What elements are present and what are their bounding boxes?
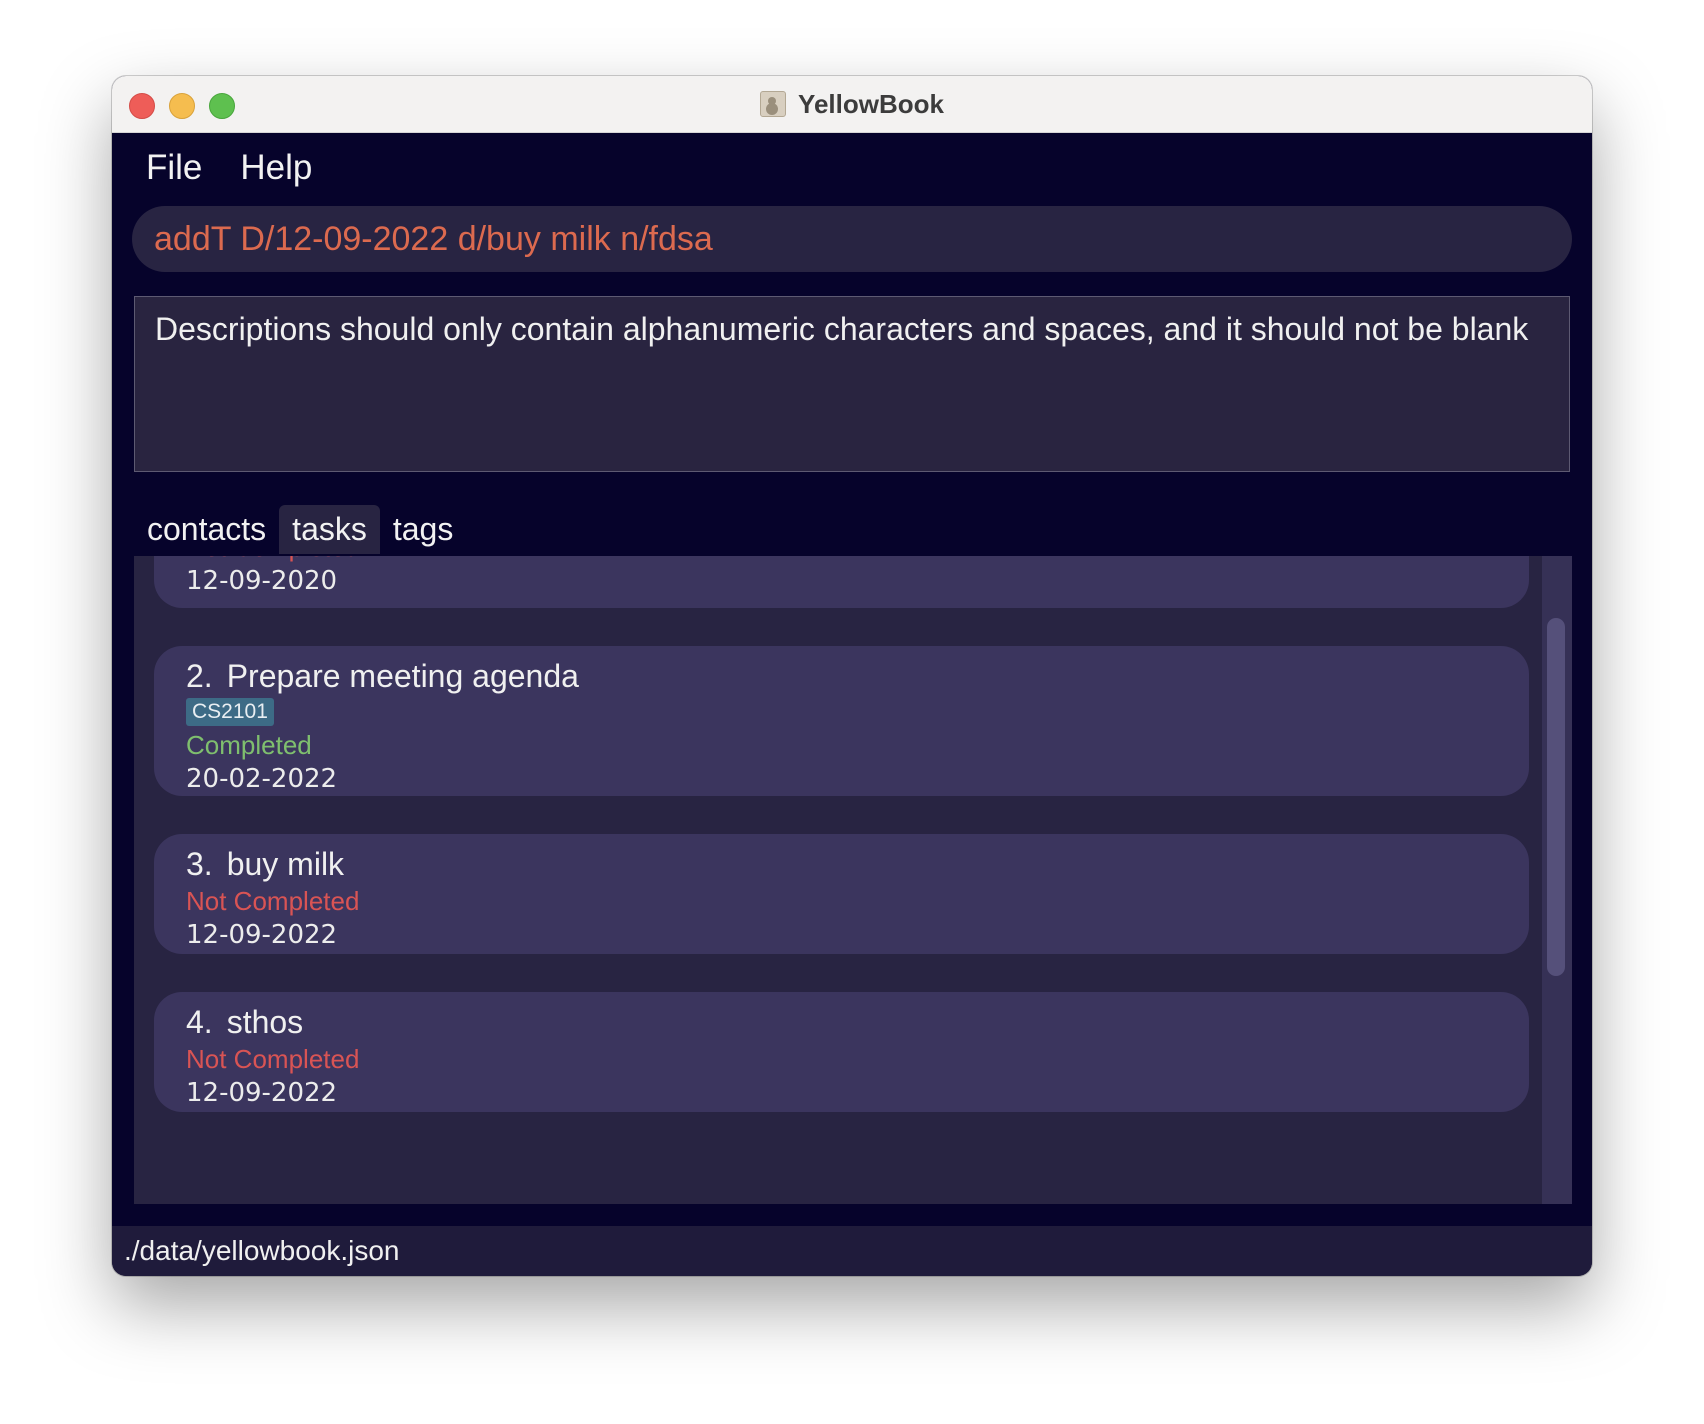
task-title: 3. buy milk bbox=[186, 846, 345, 882]
command-box bbox=[132, 206, 1572, 272]
command-input[interactable] bbox=[154, 219, 1534, 259]
task-list[interactable]: Not Completed 12-09-2020 2.Prepare meeti… bbox=[134, 556, 1572, 1204]
task-title: 4. sthos bbox=[186, 1004, 304, 1040]
data-file-path: ./data/yellowbook.json bbox=[124, 1235, 400, 1266]
task-date: 20-02-2022 bbox=[186, 764, 338, 794]
tab-tasks[interactable]: tasks bbox=[279, 505, 380, 554]
task-status: Not Completed bbox=[186, 1044, 360, 1074]
task-card[interactable]: 3. buy milk Not Completed 12-09-2022 bbox=[154, 834, 1529, 954]
result-message: Descriptions should only contain alphanu… bbox=[155, 311, 1529, 347]
menu-file[interactable]: File bbox=[146, 148, 202, 188]
window-title-group: YellowBook bbox=[112, 76, 1592, 132]
task-tags: CS2101 bbox=[186, 696, 1529, 728]
tag-badge: CS2101 bbox=[186, 698, 274, 726]
title-bar: YellowBook bbox=[112, 76, 1592, 133]
app-window: YellowBook File Help Descriptions should… bbox=[112, 76, 1592, 1276]
scrollbar-thumb[interactable] bbox=[1547, 618, 1565, 976]
address-book-icon bbox=[760, 91, 787, 117]
task-card[interactable]: Not Completed 12-09-2020 bbox=[154, 556, 1529, 608]
task-date: 12-09-2022 bbox=[186, 1078, 338, 1108]
task-title: 2. Prepare meeting agenda bbox=[186, 658, 579, 694]
task-status: Completed bbox=[186, 730, 312, 760]
result-display: Descriptions should only contain alphanu… bbox=[134, 296, 1570, 472]
task-status: Not Completed bbox=[186, 886, 360, 916]
window-title: YellowBook bbox=[798, 88, 944, 119]
menu-bar: File Help bbox=[112, 133, 1592, 203]
status-bar: ./data/yellowbook.json bbox=[112, 1226, 1592, 1276]
task-card[interactable]: 4. sthos Not Completed 12-09-2022 bbox=[154, 992, 1529, 1112]
list-scrollbar[interactable] bbox=[1542, 556, 1572, 1204]
tab-bar: contacts tasks tags bbox=[134, 504, 466, 554]
tab-contacts[interactable]: contacts bbox=[134, 505, 279, 554]
task-status: Not Completed bbox=[186, 556, 1529, 564]
task-date: 12-09-2022 bbox=[186, 920, 338, 950]
task-date: 12-09-2020 bbox=[186, 566, 338, 596]
menu-help[interactable]: Help bbox=[240, 148, 312, 188]
task-card[interactable]: 2. Prepare meeting agenda CS2101 Complete… bbox=[154, 646, 1529, 796]
tab-tags[interactable]: tags bbox=[380, 505, 466, 554]
